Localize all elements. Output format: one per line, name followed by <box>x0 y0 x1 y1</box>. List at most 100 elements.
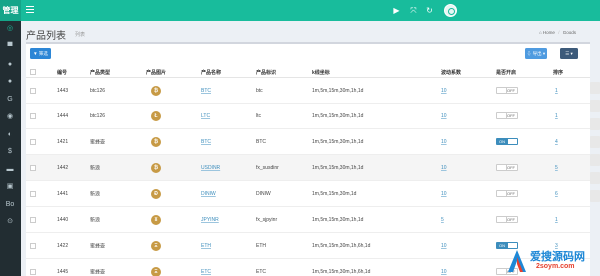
cell-sort[interactable]: 1 <box>555 217 558 223</box>
row-checkbox[interactable] <box>30 216 36 223</box>
cell-name[interactable]: USDINR <box>201 165 220 171</box>
scroll-tab[interactable] <box>590 172 600 184</box>
refresh-icon[interactable]: ↻ <box>425 6 434 15</box>
enabled-toggle[interactable]: OFF <box>496 216 518 223</box>
dashboard-icon[interactable]: ◎ <box>4 23 16 35</box>
card-icon[interactable]: ▬ <box>4 164 16 176</box>
product-image[interactable]: Ξ <box>151 266 161 276</box>
table-row: 1444 btc126 LTC ltc 1m,5m,15m,30m,1h,1d 10 1 Ł O… <box>26 103 590 129</box>
toggle-label: OFF <box>507 165 515 170</box>
cell-name[interactable]: BTC <box>201 88 211 94</box>
table-row: 1440 新浪 JPYINR fx_sjpyinr 1m,5m,15m,30m,1h,1… <box>26 207 590 233</box>
cell-name[interactable]: ETH <box>201 243 211 249</box>
dot-icon[interactable]: ◉ <box>4 111 16 123</box>
export-label: 导出 <box>532 51 542 56</box>
cell-type: 新浪 <box>90 191 101 197</box>
menu-toggle-icon[interactable] <box>26 6 34 14</box>
g-icon[interactable]: G <box>4 94 16 106</box>
half-circle-icon[interactable]: ◐ <box>4 129 16 141</box>
image-icon[interactable]: ▣ <box>4 181 16 193</box>
product-list-panel: ▼ 筛选 ⇩ 导出 ▾ ☰ ▾ 编号 产品类型 产品图片 产品名称 产品标识 k… <box>26 42 590 276</box>
cell-kline: 1m,5m,15m,30m,1h,1d <box>312 112 364 119</box>
home-icon[interactable]: ▀ <box>4 41 16 53</box>
cell-float[interactable]: 10 <box>441 165 447 171</box>
cell-symbol: fx_sjpyinr <box>256 216 278 223</box>
row-checkbox[interactable] <box>30 164 36 171</box>
row-checkbox[interactable] <box>30 138 36 145</box>
dollar-icon[interactable]: $ <box>4 146 16 158</box>
breadcrumb-home[interactable]: Home <box>543 30 555 35</box>
group-icon[interactable]: ● <box>4 76 16 88</box>
filter-label: 筛选 <box>38 51 48 56</box>
cell-float[interactable]: 10 <box>441 269 447 275</box>
brand-logo[interactable]: 管理 <box>0 0 21 21</box>
col-kline[interactable]: k线坐标 <box>312 69 330 76</box>
scroll-tab[interactable] <box>590 82 600 94</box>
row-checkbox[interactable] <box>30 242 36 249</box>
product-image[interactable]: Ξ <box>151 240 161 251</box>
col-image[interactable]: 产品图片 <box>146 69 166 76</box>
cell-sort[interactable]: 5 <box>555 165 558 171</box>
scroll-tab[interactable] <box>590 154 600 166</box>
play-icon[interactable]: ▶ <box>392 6 401 15</box>
col-sort[interactable]: 排序 <box>553 69 563 76</box>
col-type[interactable]: 产品类型 <box>90 69 110 76</box>
user-avatar-icon[interactable] <box>444 4 457 17</box>
enabled-toggle[interactable]: OFF <box>496 112 518 119</box>
col-enabled[interactable]: 是否开启 <box>496 69 516 76</box>
product-image[interactable]: ₿ <box>151 85 161 96</box>
col-name[interactable]: 产品名称 <box>201 69 221 76</box>
user-icon[interactable]: ● <box>4 59 16 71</box>
col-symbol[interactable]: 产品标识 <box>256 69 276 76</box>
toggle-knob <box>497 191 507 196</box>
cell-float[interactable]: 10 <box>441 191 447 197</box>
cell-name[interactable]: LTC <box>201 113 210 119</box>
toggle-label: OFF <box>507 217 515 222</box>
filter-button[interactable]: ▼ 筛选 <box>30 48 51 59</box>
cell-name[interactable]: BTC <box>201 139 211 145</box>
cell-kline: 1m,5m,15m,30m,1h,1d <box>312 216 364 223</box>
scroll-tab[interactable] <box>590 136 600 148</box>
export-button[interactable]: ⇩ 导出 ▾ <box>525 48 547 59</box>
product-image[interactable]: Ł <box>151 110 161 121</box>
table-row: 1442 新浪 USDINR fx_susdinr 1m,5m,15m,30m,1h,1… <box>26 155 590 181</box>
select-all-checkbox[interactable] <box>30 69 36 75</box>
product-image[interactable]: ₿ <box>151 162 161 173</box>
cell-id: 1445 <box>57 268 69 275</box>
cell-sort[interactable]: 1 <box>555 113 558 119</box>
cell-float[interactable]: 5 <box>441 217 444 223</box>
row-checkbox[interactable] <box>30 268 36 275</box>
enabled-toggle[interactable]: OFF <box>496 164 518 171</box>
cell-float[interactable]: 10 <box>441 139 447 145</box>
scroll-tab[interactable] <box>590 190 600 202</box>
col-id[interactable]: 编号 <box>57 69 67 76</box>
cell-sort[interactable]: 1 <box>555 88 558 94</box>
product-image[interactable]: ₿ <box>151 136 161 147</box>
row-checkbox[interactable] <box>30 87 36 94</box>
cell-name[interactable]: DINIW <box>201 191 216 197</box>
sidebar: ◎ ▀ ● ● G ◉ ◐ $ ▬ ▣ Bo ⊙ <box>0 21 21 276</box>
cell-float[interactable]: 10 <box>441 243 447 249</box>
cell-name[interactable]: JPYINR <box>201 217 219 223</box>
filter-icon: ▼ <box>33 51 38 56</box>
cell-sort[interactable]: 4 <box>555 139 558 145</box>
product-image[interactable]: Ð <box>151 188 161 199</box>
scroll-tab[interactable] <box>590 118 600 130</box>
row-checkbox[interactable] <box>30 190 36 197</box>
product-image[interactable]: ¥ <box>151 214 161 225</box>
scroll-tab[interactable] <box>590 100 600 112</box>
cell-float[interactable]: 10 <box>441 113 447 119</box>
expand-icon[interactable]: ⤧ <box>409 6 418 15</box>
enabled-toggle[interactable]: OFF <box>496 190 518 197</box>
cell-sort[interactable]: 6 <box>555 191 558 197</box>
bo-icon[interactable]: Bo <box>4 199 16 211</box>
enabled-toggle[interactable]: ON <box>496 138 518 145</box>
toggle-knob <box>497 88 507 93</box>
settings-icon[interactable]: ⊙ <box>4 216 16 228</box>
row-checkbox[interactable] <box>30 112 36 119</box>
cell-name[interactable]: ETC <box>201 269 211 275</box>
cell-float[interactable]: 10 <box>441 88 447 94</box>
col-float[interactable]: 波动系数 <box>441 69 461 76</box>
enabled-toggle[interactable]: OFF <box>496 87 518 94</box>
columns-button[interactable]: ☰ ▾ <box>560 48 578 59</box>
